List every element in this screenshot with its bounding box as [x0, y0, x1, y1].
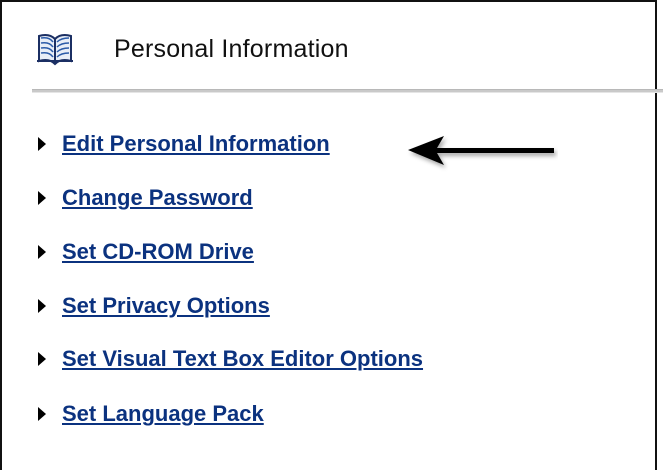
set-privacy-options-link[interactable]: Set Privacy Options — [62, 293, 270, 319]
menu-item-set-privacy-options: Set Privacy Options — [37, 291, 270, 321]
triangle-right-icon — [37, 244, 47, 260]
set-language-pack-link[interactable]: Set Language Pack — [62, 401, 264, 427]
triangle-right-icon — [37, 351, 47, 367]
set-cd-rom-drive-link[interactable]: Set CD-ROM Drive — [62, 239, 254, 265]
set-visual-text-box-editor-options-link[interactable]: Set Visual Text Box Editor Options — [62, 346, 423, 372]
menu-item-set-cd-rom-drive: Set CD-ROM Drive — [37, 237, 254, 267]
menu-item-set-language-pack: Set Language Pack — [37, 399, 264, 429]
personal-information-panel: Personal Information Edit Personal Infor… — [0, 0, 663, 470]
header-divider — [32, 89, 663, 93]
page-title: Personal Information — [114, 35, 349, 63]
panel-header: Personal Information — [2, 2, 655, 88]
menu-item-set-visual-text-box-editor-options: Set Visual Text Box Editor Options — [37, 344, 423, 374]
triangle-right-icon — [37, 298, 47, 314]
triangle-right-icon — [37, 136, 47, 152]
book-icon — [36, 30, 74, 66]
edit-personal-information-link[interactable]: Edit Personal Information — [62, 131, 330, 157]
triangle-right-icon — [37, 406, 47, 422]
menu-item-edit-personal-information: Edit Personal Information — [37, 129, 330, 159]
left-arrow-icon — [406, 133, 558, 173]
triangle-right-icon — [37, 190, 47, 206]
change-password-link[interactable]: Change Password — [62, 185, 253, 211]
menu-item-change-password: Change Password — [37, 183, 253, 213]
